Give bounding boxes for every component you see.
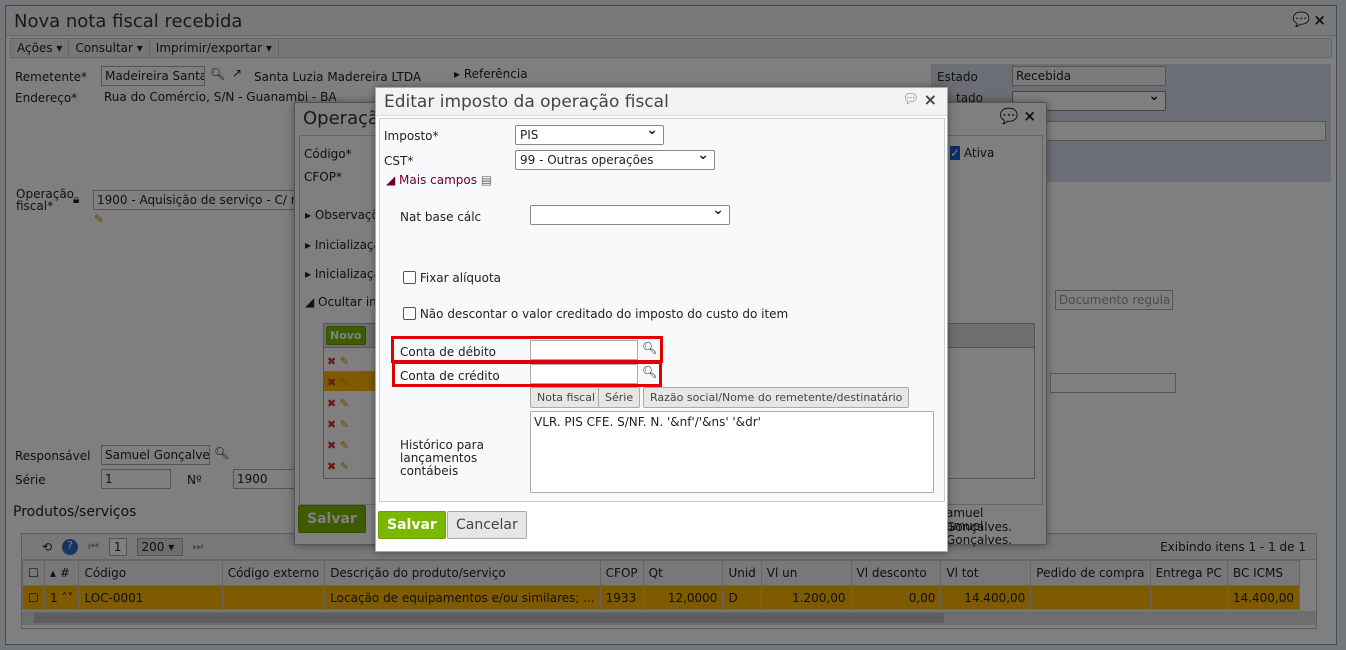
comment-icon[interactable]: 💬︎ [902, 92, 919, 107]
debito-input[interactable] [530, 340, 638, 360]
editar-imposto-dialog: Editar imposto da operação fiscal 💬︎ × I… [375, 87, 948, 552]
credito-input[interactable] [530, 364, 638, 384]
cst-select[interactable]: 99 - Outras operações [515, 147, 715, 170]
historico-textarea[interactable]: VLR. PIS CFE. S/NF. N. '&nf'/'&ns' '&dr' [530, 411, 934, 493]
search-icon[interactable]: 🔍︎ [642, 341, 657, 355]
imposto-select[interactable]: PIS [515, 122, 664, 145]
token-razao-social-button[interactable]: Razão social/Nome do remetente/destinatá… [643, 387, 910, 408]
dialog-title: Editar imposto da operação fiscal [384, 92, 669, 112]
search-icon[interactable]: 🔍︎ [642, 365, 657, 379]
cst-label: CST* [384, 154, 414, 168]
nat-label: Nat base cálc [400, 210, 482, 224]
token-serie-button[interactable]: Série [598, 387, 641, 408]
salvar-button[interactable]: Salvar [378, 511, 446, 539]
cancelar-button[interactable]: Cancelar [447, 511, 527, 539]
fixar-aliquota-checkbox[interactable]: Fixar alíquota [403, 271, 501, 285]
debito-label: Conta de débito [400, 345, 497, 359]
token-nota-fiscal-button[interactable]: Nota fiscal [530, 387, 603, 408]
imposto-label: Imposto* [384, 129, 439, 143]
nao-descontar-checkbox[interactable]: Não descontar o valor creditado do impos… [403, 307, 788, 321]
credito-label: Conta de crédito [400, 369, 500, 383]
historico-label: Histórico para lançamentos contábeis [400, 438, 484, 478]
mais-campos-toggle[interactable]: ◢ Mais campos ▤ [386, 173, 492, 187]
close-icon[interactable]: × [924, 90, 937, 109]
nat-select[interactable] [530, 202, 730, 225]
